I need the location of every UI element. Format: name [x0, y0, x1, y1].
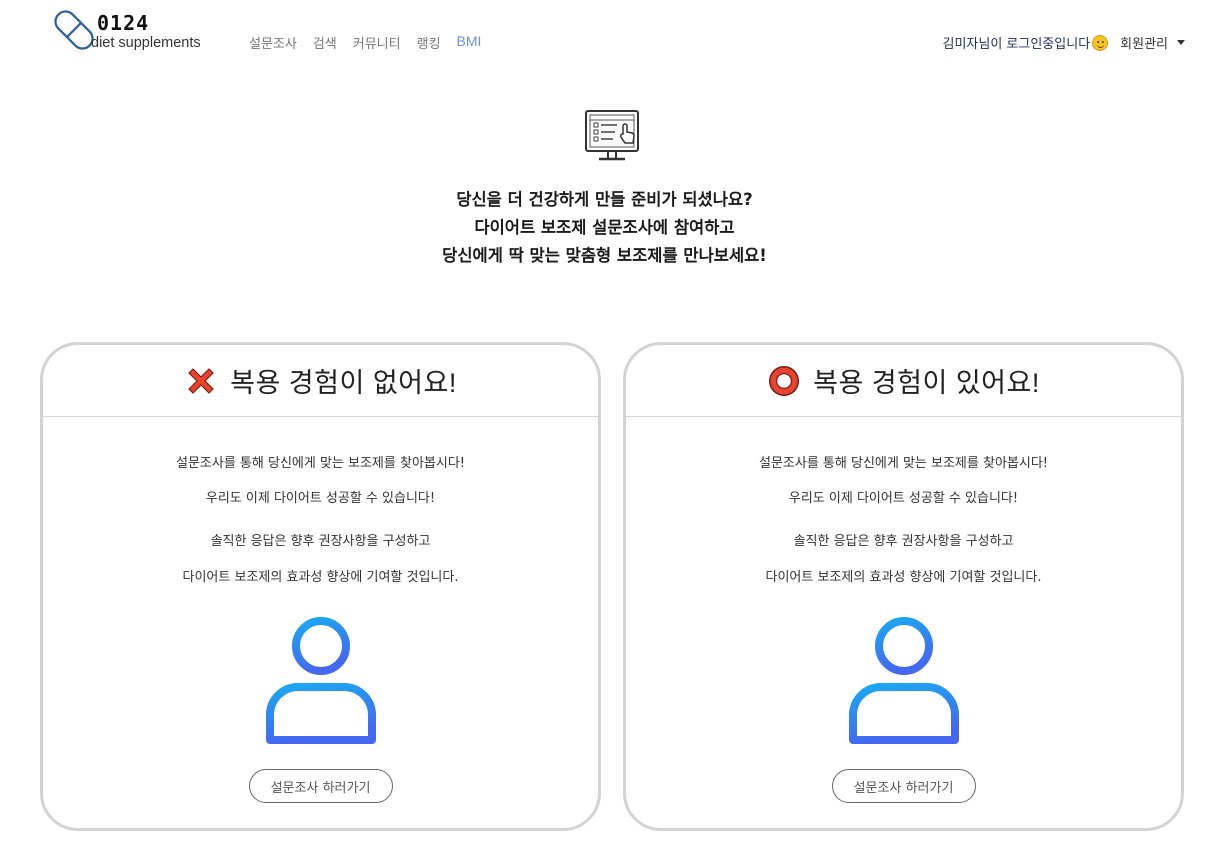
nav-bmi[interactable]: BMI	[457, 33, 482, 52]
card-has-experience: 복용 경험이 있어요! 설문조사를 통해 당신에게 맞는 보조제를 찾아봅시다!…	[623, 342, 1184, 831]
card-text-line: 솔직한 응답은 향후 권장사항을 구성하고	[210, 534, 431, 549]
caret-down-icon	[1177, 40, 1185, 45]
card-text-line: 다이어트 보조제의 효과성 향상에 기여할 것입니다.	[765, 570, 1042, 585]
brand-subtitle: diet supplements	[91, 35, 201, 51]
member-menu-dropdown[interactable]: 회원관리	[1120, 33, 1185, 52]
user-area: 김미자님이 로그인중입니다 회원관리	[942, 33, 1185, 52]
member-menu-label: 회원관리	[1120, 37, 1168, 52]
card-body: 설문조사를 통해 당신에게 맞는 보조제를 찾아봅시다! 우리도 이제 다이어트…	[43, 417, 598, 803]
card-title: 복용 경험이 없어요!	[230, 368, 457, 398]
card-no-experience: 복용 경험이 없어요! 설문조사를 통해 당신에게 맞는 보조제를 찾아봅시다!…	[40, 342, 601, 831]
go-survey-button[interactable]: 설문조사 하러가기	[831, 769, 976, 803]
nav-ranking[interactable]: 랭킹	[417, 33, 441, 52]
user-icon	[265, 617, 376, 744]
nav-community[interactable]: 커뮤니티	[353, 33, 401, 52]
card-header: 복용 경험이 있어요!	[626, 345, 1181, 417]
nav-links: 설문조사 검색 커뮤니티 랭킹 BMI	[249, 33, 481, 52]
card-header: 복용 경험이 없어요!	[43, 345, 598, 417]
card-text-line: 설문조사를 통해 당신에게 맞는 보조제를 찾아봅시다!	[176, 456, 465, 471]
card-text-line: 설문조사를 통해 당신에게 맞는 보조제를 찾아봅시다!	[759, 456, 1048, 471]
card-text-line: 다이어트 보조제의 효과성 향상에 기여할 것입니다.	[182, 570, 459, 585]
hero-text: 당신을 더 건강하게 만들 준비가 되셨나요? 다이어트 보조제 설문조사에 참…	[0, 186, 1209, 270]
hero-line: 다이어트 보조제 설문조사에 참여하고	[474, 218, 735, 237]
login-message: 김미자님이 로그인중입니다	[942, 37, 1091, 52]
card-text-line: 우리도 이제 다이어트 성공할 수 있습니다!	[205, 491, 436, 506]
brand-logo[interactable]: 0124 diet supplements	[52, 7, 222, 55]
circle-mark-icon	[769, 365, 800, 396]
card-body: 설문조사를 통해 당신에게 맞는 보조제를 찾아봅시다! 우리도 이제 다이어트…	[626, 417, 1181, 803]
card-text-line: 우리도 이제 다이어트 성공할 수 있습니다!	[788, 491, 1019, 506]
go-survey-button[interactable]: 설문조사 하러가기	[248, 769, 393, 803]
hero-line: 당신을 더 건강하게 만들 준비가 되셨나요?	[456, 190, 753, 209]
survey-monitor-icon	[585, 110, 639, 161]
card-title: 복용 경험이 있어요!	[813, 368, 1040, 398]
pill-icon	[54, 10, 94, 50]
brand-number: 0124	[97, 11, 150, 35]
nav-survey[interactable]: 설문조사	[249, 33, 297, 52]
user-icon	[848, 617, 959, 744]
x-mark-icon	[188, 367, 214, 394]
nav-search[interactable]: 검색	[313, 33, 337, 52]
smile-emoji-icon	[1092, 34, 1109, 51]
hero-line: 당신에게 딱 맞는 맞춤형 보조제를 만나보세요!	[442, 246, 767, 265]
card-text-line: 솔직한 응답은 향후 권장사항을 구성하고	[793, 534, 1014, 549]
navbar: 0124 diet supplements 설문조사 검색 커뮤니티 랭킹 BM…	[0, 0, 1209, 80]
